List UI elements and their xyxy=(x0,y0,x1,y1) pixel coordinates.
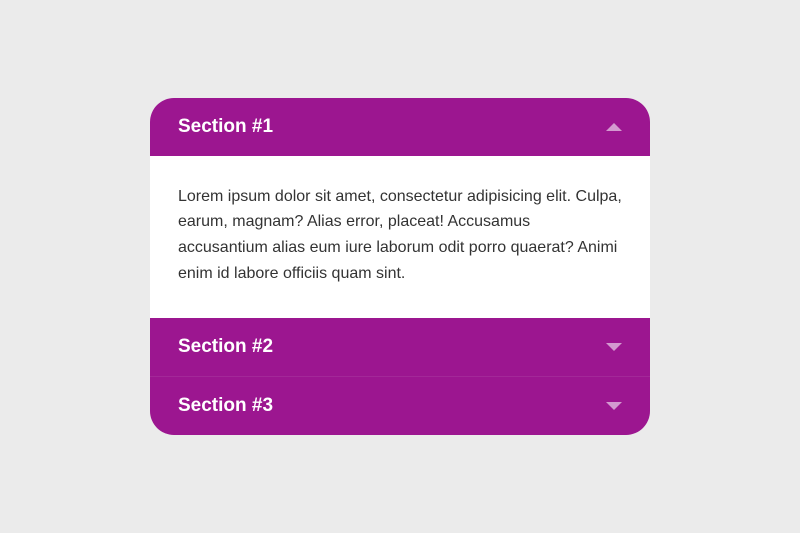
accordion-title-2: Section #2 xyxy=(178,336,273,358)
accordion-header-1[interactable]: Section #1 xyxy=(150,98,650,156)
chevron-down-icon xyxy=(606,343,622,351)
accordion-content-1: Lorem ipsum dolor sit amet, consectetur … xyxy=(150,156,650,318)
chevron-up-icon xyxy=(606,123,622,131)
accordion-header-2[interactable]: Section #2 xyxy=(150,318,650,377)
accordion-title-3: Section #3 xyxy=(178,395,273,417)
accordion: Section #1 Lorem ipsum dolor sit amet, c… xyxy=(150,98,650,435)
accordion-header-3[interactable]: Section #3 xyxy=(150,377,650,435)
accordion-title-1: Section #1 xyxy=(178,116,273,138)
chevron-down-icon xyxy=(606,402,622,410)
